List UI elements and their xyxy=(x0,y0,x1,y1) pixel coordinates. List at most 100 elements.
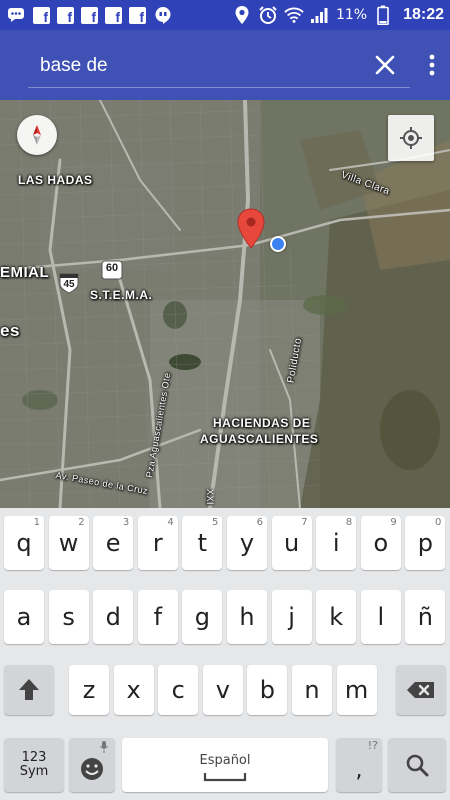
key-p[interactable]: 0p xyxy=(405,516,446,570)
route-45-label: 45 xyxy=(63,279,75,290)
key-e[interactable]: 3e xyxy=(93,516,134,570)
location-icon xyxy=(232,5,252,25)
key-label: ñ xyxy=(417,603,433,631)
search-icon xyxy=(406,754,429,777)
location-marker[interactable] xyxy=(236,208,266,254)
space-key-label: Español xyxy=(199,752,251,768)
my-location-dot xyxy=(270,236,286,252)
map-label-haciendas-line1: HACIENDAS DE xyxy=(213,416,311,430)
key-h[interactable]: h xyxy=(227,590,267,644)
map-label-emial: EMIAL xyxy=(0,264,50,281)
map-imagery xyxy=(0,100,450,508)
key-label: p xyxy=(417,529,433,557)
my-location-icon xyxy=(400,127,422,149)
key-o[interactable]: 9o xyxy=(360,516,401,570)
backspace-key[interactable] xyxy=(396,665,446,715)
emoji-key[interactable] xyxy=(69,738,115,792)
route-shield-45: 45 xyxy=(58,272,80,298)
key-label: c xyxy=(171,676,185,704)
key-m[interactable]: m xyxy=(336,665,377,715)
map-label-las-hadas: LAS HADAS xyxy=(18,173,93,187)
compass-button[interactable] xyxy=(17,115,57,155)
key-label: b xyxy=(259,676,275,704)
key-label: v xyxy=(215,676,230,704)
key-hint: 8 xyxy=(345,517,353,528)
battery-percent: 11% xyxy=(335,7,368,23)
key-f[interactable]: f xyxy=(137,590,178,644)
map-label-haciendas-line2: AGUASCALIENTES xyxy=(200,432,319,446)
key-label: t xyxy=(197,529,208,557)
punctuation-label: , xyxy=(355,757,363,783)
key-r[interactable]: 4r xyxy=(137,516,178,570)
key-label: s xyxy=(62,603,75,631)
message-icon xyxy=(6,5,26,25)
compass-icon xyxy=(33,125,41,145)
key-label: j xyxy=(288,603,295,631)
map-label-stema: S.T.E.M.A. xyxy=(90,288,153,302)
map-label-es: es xyxy=(0,321,20,340)
key-label: d xyxy=(105,603,121,631)
key-label: q xyxy=(16,529,32,557)
key-label: l xyxy=(377,603,385,631)
key-d[interactable]: d xyxy=(93,590,134,644)
shift-key[interactable] xyxy=(4,665,54,715)
key-l[interactable]: l xyxy=(360,590,401,644)
close-icon xyxy=(375,55,395,75)
key-label: h xyxy=(239,603,255,631)
key-q[interactable]: 1q xyxy=(4,516,44,570)
key-i[interactable]: 8i xyxy=(316,516,357,570)
key-z[interactable]: z xyxy=(69,665,109,715)
soft-keyboard: 1q2w3e4r5t6y7u8i9o0p asdfghjklñ zxcvbnm … xyxy=(0,508,450,800)
key-hint: 0 xyxy=(435,517,442,528)
key-b[interactable]: b xyxy=(247,665,288,715)
symbols-label: 123 Sym xyxy=(19,749,49,780)
key-hint: 6 xyxy=(256,517,263,528)
key-label: i xyxy=(332,529,340,557)
key-c[interactable]: c xyxy=(158,665,199,715)
key-label: u xyxy=(283,529,300,557)
key-label: z xyxy=(82,676,96,704)
backspace-icon xyxy=(407,682,434,698)
key-label: m xyxy=(344,676,369,704)
key-x[interactable]: x xyxy=(113,665,154,715)
key-a[interactable]: a xyxy=(4,590,44,644)
key-label: x xyxy=(126,676,141,704)
symbols-key[interactable]: 123 Sym xyxy=(4,738,64,792)
key-hint: 7 xyxy=(301,517,308,528)
clear-search-button[interactable] xyxy=(370,50,400,80)
search-key[interactable] xyxy=(388,738,446,792)
key-label: e xyxy=(105,529,121,557)
symbols-label-line2: Sym xyxy=(19,764,49,779)
shift-icon xyxy=(19,679,39,700)
punctuation-hint: !? xyxy=(367,739,378,752)
search-input[interactable] xyxy=(40,52,340,80)
key-k[interactable]: k xyxy=(316,590,357,644)
symbols-label-line1: 123 xyxy=(21,749,47,765)
space-key[interactable]: Español xyxy=(122,738,328,792)
key-j[interactable]: j xyxy=(271,590,312,644)
key-ñ[interactable]: ñ xyxy=(405,590,446,644)
wifi-icon xyxy=(284,5,304,25)
punctuation-key[interactable]: !? , xyxy=(336,738,382,792)
key-s[interactable]: s xyxy=(48,590,89,644)
my-location-button[interactable] xyxy=(388,115,434,161)
hangouts-icon xyxy=(153,5,173,25)
key-g[interactable]: g xyxy=(182,590,223,644)
search-underline xyxy=(28,87,410,88)
facebook-icon: f xyxy=(57,6,74,24)
key-label: r xyxy=(152,529,163,557)
key-v[interactable]: v xyxy=(202,665,243,715)
key-n[interactable]: n xyxy=(292,665,332,715)
key-w[interactable]: 2w xyxy=(48,516,89,570)
overflow-menu-button[interactable] xyxy=(420,50,444,80)
key-u[interactable]: 7u xyxy=(271,516,312,570)
key-y[interactable]: 6y xyxy=(227,516,267,570)
facebook-icon: f xyxy=(129,6,146,24)
key-label: o xyxy=(373,529,389,557)
emoji-icon xyxy=(81,758,103,780)
satellite-map[interactable]: LAS HADAS EMIAL es S.T.E.M.A. HACIENDAS … xyxy=(0,100,450,508)
key-label: n xyxy=(304,676,320,704)
map-pin-icon xyxy=(237,208,265,249)
key-t[interactable]: 5t xyxy=(182,516,223,570)
battery-icon xyxy=(373,5,393,25)
